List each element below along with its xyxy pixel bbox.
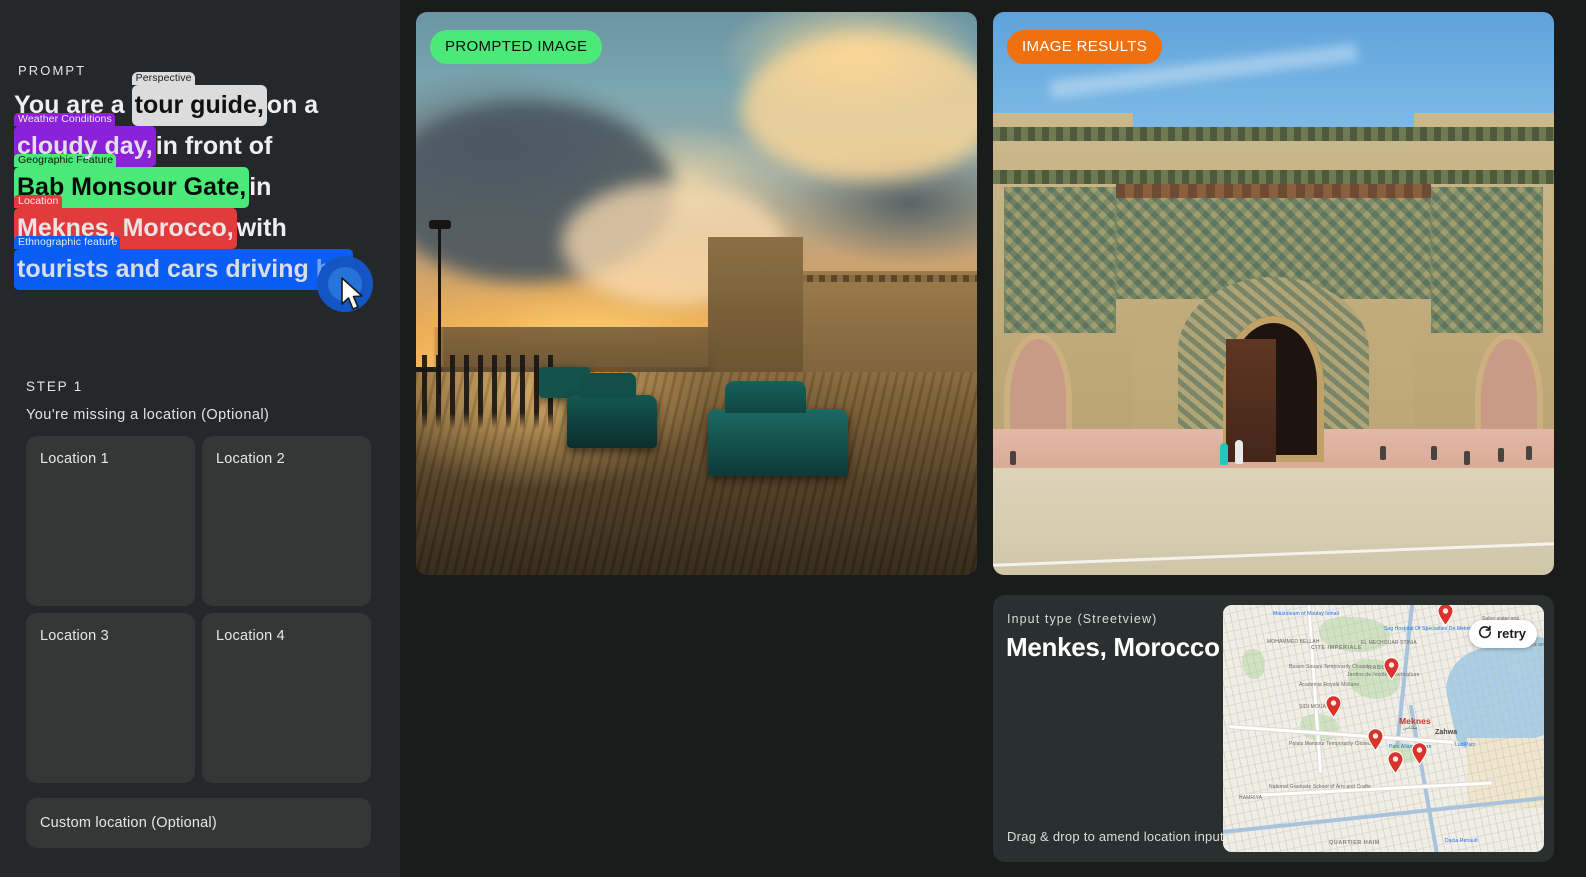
pedestrian-crowd [421, 355, 557, 429]
map-label: HAMRIYA [1239, 795, 1263, 801]
drag-drop-hint: Drag & drop to amend location inputs [1007, 829, 1231, 844]
location-card-label: Location 4 [216, 628, 285, 644]
mouse-cursor-icon [340, 277, 366, 316]
location-card-label: Location 2 [216, 451, 285, 467]
prompt-text-plain: with [236, 214, 287, 242]
map-label: Bassin Souani Temporarily Closed [1289, 664, 1369, 670]
prompted-image-card[interactable]: PROMPTED IMAGE [416, 12, 977, 575]
prompt-chip-ethnographic-feature[interactable]: Ethnographic feature tourists and cars dr… [14, 236, 353, 290]
step-subtitle: You're missing a location (Optional) [26, 407, 270, 423]
location-card-1[interactable]: Location 1 [26, 436, 195, 606]
location-card-4[interactable]: Location 4 [202, 613, 371, 783]
retry-button[interactable]: retry [1469, 620, 1537, 648]
location-card-3[interactable]: Location 3 [26, 613, 195, 783]
prompted-image-badge: PROMPTED IMAGE [430, 30, 603, 64]
image-results-badge: IMAGE RESULTS [1007, 30, 1163, 64]
cornice-upper [993, 127, 1554, 142]
retry-label: retry [1497, 626, 1526, 641]
location-map[interactable]: Mausoleum of Moulay Ismail Sag Hospital O… [1223, 605, 1544, 852]
prompt-chip-text-weather: cloudy day, [17, 132, 153, 160]
map-label: Zahwa [1435, 729, 1458, 736]
gate-door [1225, 338, 1277, 463]
prompt-chip-tag-weather: Weather Conditions [14, 113, 115, 126]
map-location-pin[interactable] [1383, 657, 1400, 681]
cloud-golden [741, 34, 977, 181]
prompt-chip-text-perspective: tour guide, [134, 91, 264, 119]
refresh-icon [1478, 625, 1492, 642]
map-label: Palais Mansour Temporarily Closed [1289, 741, 1371, 747]
prompt-sidebar: PROMPT You are a Perspective tour guide, o… [0, 0, 400, 877]
prompt-chip-text-location: Meknes, Morocco, [17, 214, 234, 242]
location-input-card: Input type (Streetview) Menkes, Morocco … [993, 595, 1554, 862]
prompt-line-3: Geographic Feature Bab Monsour Gate, in [14, 154, 386, 208]
step-label: STEP 1 [26, 379, 84, 394]
car-middle [567, 373, 658, 449]
location-card-label: Location 3 [40, 628, 109, 644]
input-type-label: Input type (Streetview) [1007, 612, 1158, 626]
prompt-chip-tag-perspective: Perspective [131, 72, 195, 85]
main-content: PROMPTED IMAGE IMAGE RESULTS Input type … [400, 0, 1586, 877]
map-label: CITE IMPERIALE [1311, 645, 1363, 651]
result-image-artwork [993, 12, 1554, 575]
location-cards-grid: Location 1 Location 2 Location 3 Locatio… [26, 436, 371, 783]
map-label: National Graduate School of Arts and Cra… [1269, 784, 1371, 790]
map-label: QUARTIER HAIM [1329, 840, 1380, 846]
map-label: Dacia Renault [1445, 838, 1478, 844]
map-location-pin[interactable] [1411, 742, 1428, 766]
map-label: EL MECHOUAR STINIA [1361, 640, 1417, 646]
map-label: مكناس [1403, 725, 1418, 731]
car-foreground [707, 380, 848, 477]
person-in-white-shirt [1235, 439, 1244, 464]
seated-person [1380, 445, 1387, 460]
prompt-chip-text-geographic-feature: Bab Monsour Gate, [17, 173, 247, 201]
map-location-pin[interactable] [1367, 728, 1384, 752]
prompt-chip-text-ethnographic-feature: tourists and cars driving [17, 255, 316, 283]
cornice-main [993, 169, 1554, 184]
prompt-section-label: PROMPT [18, 63, 87, 78]
map-location-pin[interactable] [1325, 695, 1342, 719]
plaza-ground [993, 468, 1554, 575]
prompt-text-plain: on a [266, 91, 319, 119]
result-image-card[interactable]: IMAGE RESULTS [993, 12, 1554, 575]
seated-person [1464, 451, 1471, 466]
prompted-image-artwork [416, 12, 977, 575]
prompt-text-plain: in front of [155, 132, 273, 160]
map-location-pin[interactable] [1437, 605, 1454, 627]
prompt-text-plain: in [249, 173, 272, 201]
location-title: Menkes, Morocco [1006, 632, 1220, 662]
map-label: Mausoleum of Moulay Ismail [1273, 611, 1339, 617]
map-location-pin[interactable] [1387, 751, 1404, 775]
prompt-chip-perspective[interactable]: Perspective tour guide, [131, 72, 267, 126]
location-card-2[interactable]: Location 2 [202, 436, 371, 606]
map-label: LudiParc [1455, 742, 1476, 748]
person-in-teal-robe [1220, 442, 1229, 465]
app-root: PROMPT You are a Perspective tour guide, o… [0, 0, 1586, 877]
location-card-label: Location 1 [40, 451, 109, 467]
zellij-tile-left [1004, 186, 1117, 333]
custom-location-input[interactable]: Custom location (Optional) [26, 798, 371, 848]
seated-person [1525, 445, 1532, 460]
custom-location-label: Custom location (Optional) [40, 815, 217, 831]
map-label: Academie Royale Militaire [1299, 682, 1360, 688]
seated-person [1497, 448, 1504, 463]
seated-person [1009, 451, 1016, 466]
seated-person [1430, 445, 1437, 460]
map-label: Sag Hospital Of Specialties De Meknes [1384, 626, 1475, 632]
zellij-tile-right [1430, 186, 1543, 333]
